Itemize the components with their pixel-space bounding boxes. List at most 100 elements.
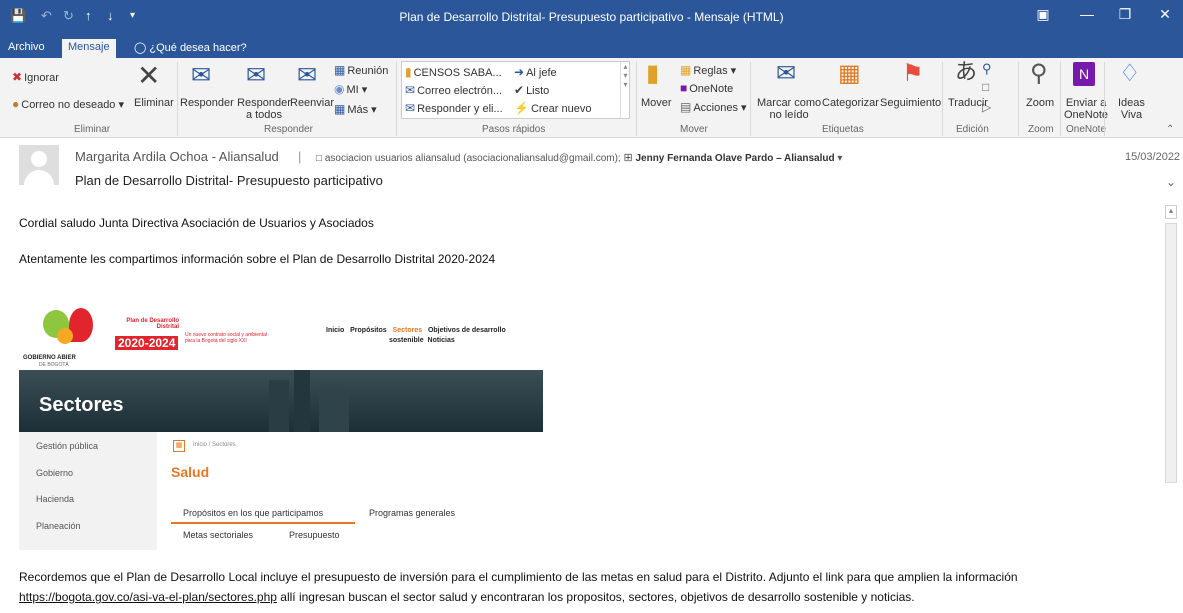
more-respond-icon: ▦ xyxy=(334,102,346,116)
categorize-button[interactable]: Categorizar xyxy=(822,97,879,109)
zoom-button[interactable]: Zoom xyxy=(1026,97,1054,109)
expand-header-icon[interactable]: ⌄ xyxy=(1166,175,1176,189)
im-icon: ◉ xyxy=(334,82,345,96)
avatar xyxy=(19,145,59,185)
reply-all-icon: ✉ xyxy=(246,62,267,89)
onenote-small-button[interactable]: ■ OneNote xyxy=(680,81,733,95)
tell-me-search[interactable]: ◯ ¿Qué desea hacer? xyxy=(128,39,253,58)
group-zoom-label: Zoom xyxy=(1028,124,1054,135)
embedded-breadcrumb: Inicio / Sectores xyxy=(193,442,236,448)
embedded-tab-1: Propósitos en los que participamos xyxy=(183,508,324,518)
link-paragraph: https://bogota.gov.co/asi-va-el-plan/sec… xyxy=(19,590,915,604)
scroll-up-arrow[interactable]: ▴ xyxy=(1165,205,1177,219)
scroll-thumb[interactable] xyxy=(1165,223,1177,483)
quick-steps-scroll[interactable]: ▴ ▾ ▾ xyxy=(620,62,630,118)
quick-step-email[interactable]: ✉ Correo electrón... xyxy=(405,83,502,97)
tab-mensaje[interactable]: Mensaje xyxy=(62,39,116,58)
minimize-button[interactable]: — xyxy=(1072,6,1102,22)
im-button[interactable]: ◉ MI ▾ xyxy=(334,82,367,96)
folder-icon: ▮ xyxy=(405,65,412,79)
plan-link[interactable]: https://bogota.gov.co/asi-va-el-plan/sec… xyxy=(19,590,277,604)
follow-up-button[interactable]: Seguimiento xyxy=(880,97,941,109)
ribbon-display-options-icon[interactable]: ▣ xyxy=(1028,6,1058,23)
quick-step-boss[interactable]: ➜ Al jefe xyxy=(514,65,557,79)
lightning-icon: ⚡ xyxy=(514,101,529,115)
meeting-button[interactable]: ▦ Reunión xyxy=(334,63,388,77)
reply-all-button[interactable]: Responder a todos xyxy=(235,97,293,121)
junk-icon: ● xyxy=(12,97,20,111)
forward-to-boss-icon: ➜ xyxy=(514,65,525,79)
mark-unread-icon: ✉ xyxy=(776,60,797,87)
link-description: allí ingresan buscan el sector salud y e… xyxy=(276,590,915,604)
greeting-paragraph: Cordial saludo Junta Directiva Asociació… xyxy=(19,216,374,230)
avatar-body xyxy=(24,170,54,185)
logo-text: GOBIERNO ABIER xyxy=(23,355,76,361)
skyline-building xyxy=(269,380,289,432)
embedded-sidebar: Gestión pública Gobierno Hacienda Planea… xyxy=(19,432,157,550)
delete-button[interactable]: Eliminar xyxy=(134,97,174,109)
find-icon[interactable]: ⚲ xyxy=(982,61,992,77)
onenote-icon: ■ xyxy=(680,81,688,95)
related-icon[interactable]: □ xyxy=(982,80,989,94)
move-button[interactable]: Mover xyxy=(641,97,672,109)
send-to-onenote-button[interactable]: Enviar a OneNote xyxy=(1064,97,1108,121)
actions-button[interactable]: ▤ Acciones ▾ xyxy=(680,100,747,114)
group-eliminar-label: Eliminar xyxy=(74,124,111,135)
group-pasos-label: Pasos rápidos xyxy=(482,124,546,135)
collapse-ribbon-icon[interactable]: ⌃ xyxy=(1166,124,1174,135)
embedded-tab-2: Programas generales xyxy=(369,508,456,518)
group-onenote-label: OneNote xyxy=(1066,124,1107,135)
checkbox-icon: □ xyxy=(316,153,323,164)
group-separator xyxy=(1018,62,1019,136)
tab-archivo[interactable]: Archivo xyxy=(2,39,51,58)
close-button[interactable]: ✕ xyxy=(1150,6,1180,23)
group-responder-label: Responder xyxy=(264,124,313,135)
check-icon: ✔ xyxy=(514,83,525,97)
skyline-building xyxy=(319,390,349,432)
reply-delete-icon: ✉ xyxy=(405,101,416,115)
expand-recipient-icon[interactable]: ⊞ xyxy=(623,152,632,164)
embedded-tab-underline xyxy=(171,522,355,524)
message-subject: Plan de Desarrollo Distrital- Presupuest… xyxy=(75,173,383,188)
quick-step-censos[interactable]: ▮ CENSOS SABA... xyxy=(405,65,502,79)
forward-icon: ✉ xyxy=(297,62,318,89)
intro-paragraph: Atentamente les compartimos información … xyxy=(19,252,496,266)
select-icon[interactable]: ▷ xyxy=(982,100,991,114)
quick-step-create[interactable]: ⚡ Crear nuevo xyxy=(514,101,592,115)
viva-insights-icon: ♢ xyxy=(1119,60,1141,87)
restore-button[interactable]: ❐ xyxy=(1110,6,1140,23)
butterfly-logo-center xyxy=(57,328,73,344)
junk-button[interactable]: ● Correo no deseado ▾ xyxy=(12,97,124,111)
group-separator xyxy=(1104,62,1105,136)
window-title: Plan de Desarrollo Distrital- Presupuest… xyxy=(399,10,784,24)
sender-name[interactable]: Margarita Ardila Ochoa - Aliansalud xyxy=(75,149,279,164)
group-separator xyxy=(1060,62,1061,136)
mark-unread-button[interactable]: Marcar como no leído xyxy=(757,97,821,121)
reply-icon: ✉ xyxy=(191,62,212,89)
plan-years: 2020-2024 xyxy=(115,336,179,350)
lightbulb-icon: ◯ xyxy=(134,42,147,54)
site-nav-line2: sostenible Noticias xyxy=(389,337,455,344)
more-button[interactable]: ▦ Más ▾ xyxy=(334,102,377,116)
quick-step-reply-delete[interactable]: ✉ Responder y eli... xyxy=(405,101,503,115)
sectors-banner: Sectores xyxy=(19,370,543,432)
reply-button[interactable]: Responder xyxy=(180,97,234,109)
embedded-heading: Salud xyxy=(171,464,210,480)
forward-button[interactable]: Reenviar xyxy=(290,97,334,109)
skyline-building xyxy=(294,370,310,432)
plan-title: Plan de Desarrollo Distrital xyxy=(126,318,179,330)
recipient-2[interactable]: Jenny Fernanda Olave Pardo – Aliansalud xyxy=(635,153,834,164)
recipient-dropdown-icon[interactable]: ▾ xyxy=(837,153,842,164)
scrollbar[interactable]: ▴ xyxy=(1165,205,1177,613)
rules-button[interactable]: ▦ Reglas ▾ xyxy=(680,63,736,77)
quick-step-done[interactable]: ✔ Listo xyxy=(514,83,549,97)
recipient-1[interactable]: asociacion usuarios aliansalud (asociaci… xyxy=(325,153,621,164)
book-icon: ▦ xyxy=(173,440,185,452)
ignore-button[interactable]: ✖ Ignorar xyxy=(12,70,59,84)
email-icon: ✉ xyxy=(405,83,416,97)
embedded-side-item: Gestión pública xyxy=(36,441,99,451)
tell-me-label: ¿Qué desea hacer? xyxy=(149,42,247,54)
viva-insights-button[interactable]: Ideas Viva xyxy=(1118,97,1145,121)
rules-icon: ▦ xyxy=(680,63,692,77)
zoom-icon: ⚲ xyxy=(1030,60,1048,87)
